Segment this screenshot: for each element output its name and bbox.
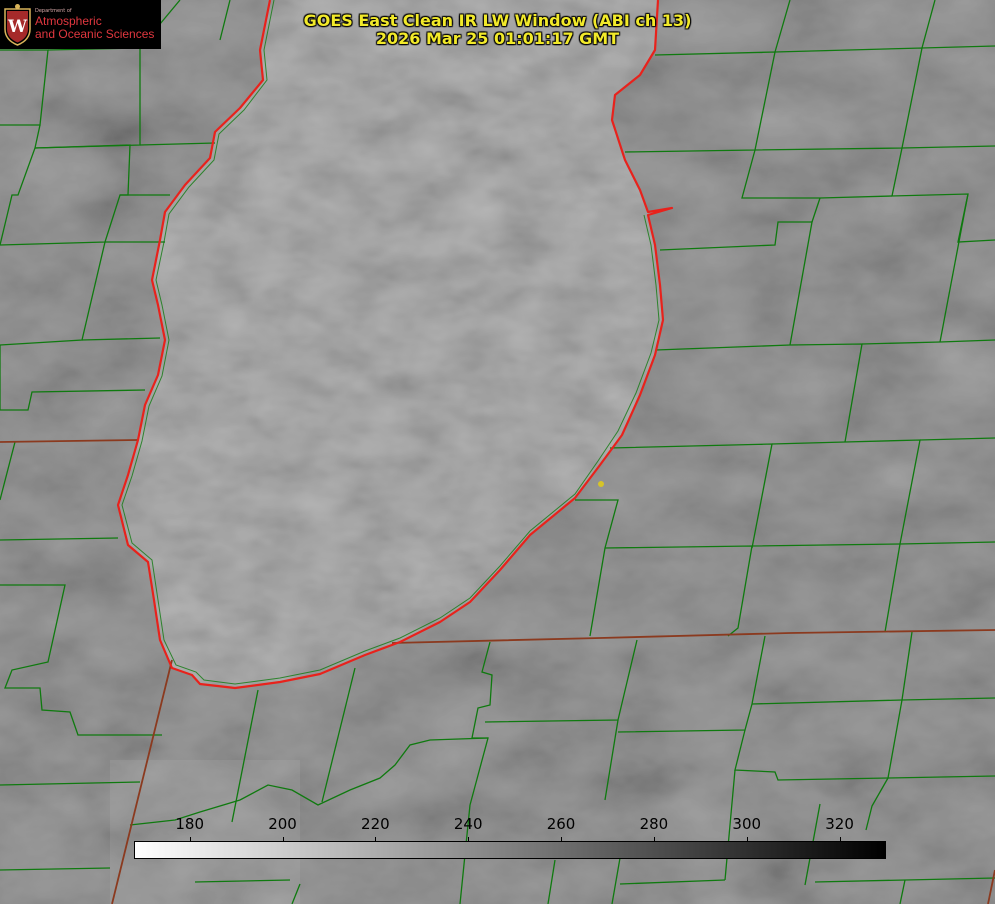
ir-map xyxy=(0,0,995,904)
image-title: GOES East Clean IR LW Window (ABI ch 13) xyxy=(303,11,692,30)
satellite-image: W Department of Atmospheric and Oceanic … xyxy=(0,0,995,904)
temperature-colorbar xyxy=(134,841,886,859)
uw-seal-icon: W xyxy=(4,4,31,46)
aos-logo: W Department of Atmospheric and Oceanic … xyxy=(0,0,161,49)
svg-text:W: W xyxy=(7,17,28,37)
station-dot xyxy=(598,481,604,487)
logo-name-line2: and Oceanic Sciences xyxy=(35,27,155,41)
logo-name-line1: Atmospheric xyxy=(35,14,102,28)
image-timestamp: 2026 Mar 25 01:01:17 GMT xyxy=(375,29,620,48)
